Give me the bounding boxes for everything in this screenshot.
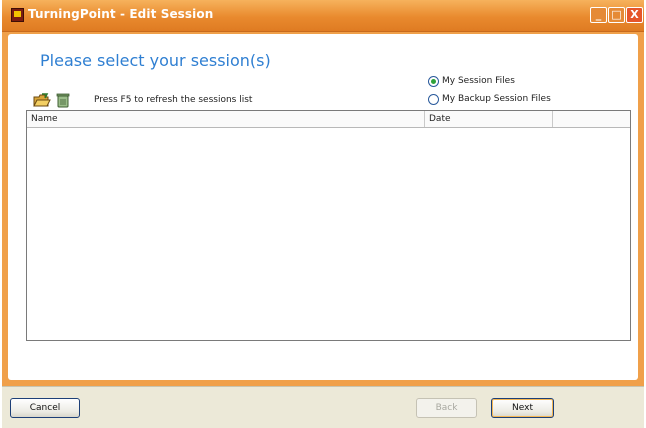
close-button[interactable]: X <box>626 7 643 23</box>
radio-my-backup-session-files[interactable]: My Backup Session Files <box>428 92 551 106</box>
title-bar[interactable]: TurningPoint - Edit Session _ □ X <box>2 0 644 32</box>
session-list[interactable]: Name Date <box>26 110 631 341</box>
window-title: TurningPoint - Edit Session <box>28 7 214 21</box>
cancel-button[interactable]: Cancel <box>10 398 80 418</box>
radio-my-session-files[interactable]: My Session Files <box>428 74 515 88</box>
page-title: Please select your session(s) <box>40 51 271 70</box>
radio-label: My Backup Session Files <box>442 94 551 104</box>
radio-button-selected[interactable] <box>428 75 439 87</box>
turningpoint-app-icon <box>11 8 24 22</box>
back-button: Back <box>416 398 477 418</box>
edit-session-window: TurningPoint - Edit Session _ □ X Please… <box>2 0 644 428</box>
maximize-button[interactable]: □ <box>608 7 625 23</box>
column-header-name[interactable]: Name <box>27 111 425 127</box>
next-button[interactable]: Next <box>491 398 554 418</box>
radio-button[interactable] <box>428 93 439 105</box>
column-header-empty[interactable] <box>553 111 630 127</box>
minimize-button[interactable]: _ <box>590 7 607 23</box>
column-header-date[interactable]: Date <box>425 111 553 127</box>
radio-label: My Session Files <box>442 76 515 86</box>
session-list-header: Name Date <box>27 111 630 128</box>
recycle-icon[interactable] <box>56 92 70 108</box>
refresh-hint-text: Press F5 to refresh the sessions list <box>94 95 253 105</box>
content-area: Please select your session(s) My Session… <box>8 34 638 380</box>
open-folder-icon[interactable] <box>33 92 51 108</box>
button-bar: Cancel Back Next <box>2 386 644 428</box>
